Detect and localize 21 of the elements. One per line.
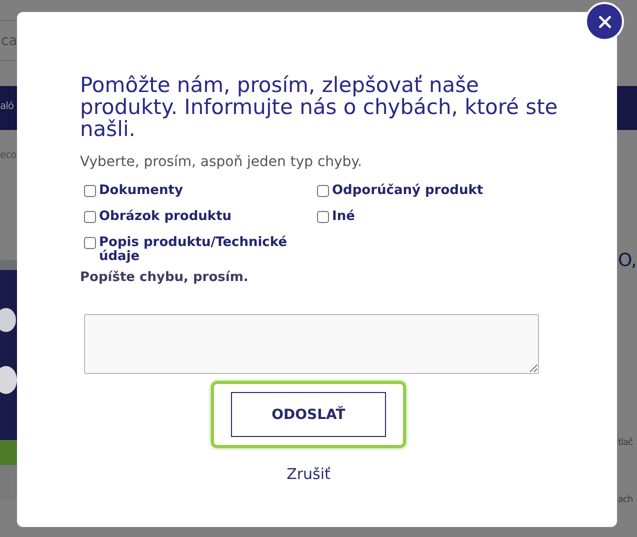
checkbox[interactable] [84, 237, 96, 249]
body-text: ach [618, 495, 633, 505]
nav-text: aló [0, 101, 14, 112]
checkbox[interactable] [84, 185, 96, 197]
heading-text: O, [618, 250, 636, 271]
checkbox[interactable] [84, 211, 96, 223]
checkbox-label[interactable]: Iné [332, 210, 355, 224]
checkbox-label[interactable]: Obrázok produktu [99, 210, 232, 224]
checkbox[interactable] [317, 185, 329, 197]
checkbox[interactable] [317, 211, 329, 223]
checkbox-label[interactable]: Popis produktu/Technické údaje [99, 236, 289, 264]
description-field[interactable] [84, 314, 539, 374]
checkbox-label[interactable]: Dokumenty [99, 184, 183, 198]
close-icon [596, 14, 612, 30]
body-text: tlač [618, 438, 632, 448]
dialog-title: Pomôžte nám, prosím, zlepšovať naše produkty. Informujte nás o chybách, ktoré ste našli. [80, 74, 559, 140]
checkbox-label[interactable]: Odporúčaný produkt [332, 184, 484, 198]
field-label: Popíšte chybu, prosím. [80, 270, 250, 285]
cancel-link[interactable]: Zrušiť [286, 465, 330, 483]
submit-button[interactable]: ODOSLAŤ [231, 392, 386, 437]
instruction-text: Vyberte, prosím, aspoň jeden typ chyby. [80, 154, 363, 170]
